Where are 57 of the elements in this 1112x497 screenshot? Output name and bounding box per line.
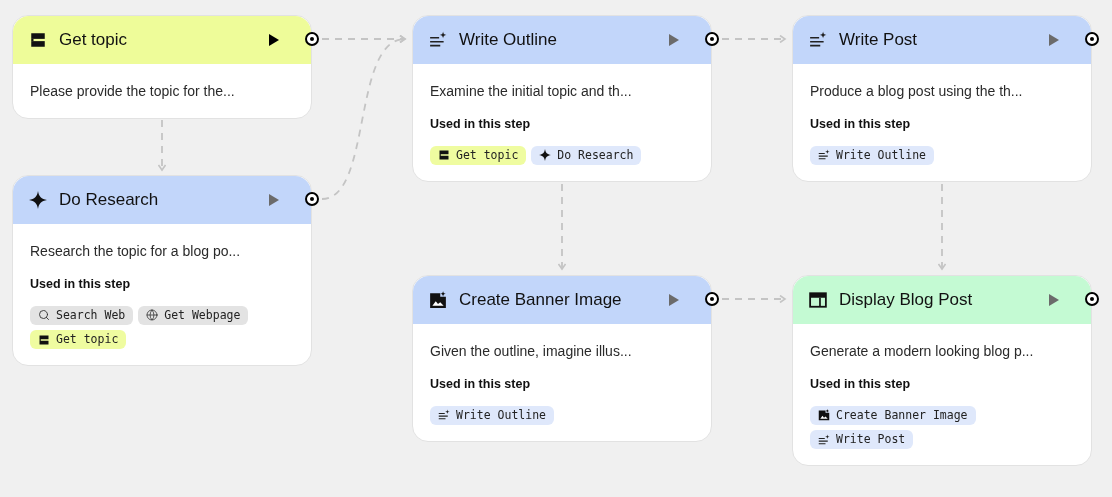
dependency-chip[interactable]: Get topic	[30, 330, 127, 350]
output-port-icon[interactable]	[305, 32, 319, 46]
input-icon	[38, 333, 50, 346]
step-card[interactable]: Do Research Research the topic for a blog po... Used in this step Search Web Get Webpage Get topic	[12, 175, 312, 367]
step-title: Display Blog Post	[839, 289, 974, 312]
step-title: Create Banner Image	[459, 289, 623, 312]
dependency-chip[interactable]: Get topic	[430, 145, 527, 165]
text-sparkle-icon	[809, 31, 827, 49]
dependency-chip[interactable]: Do Research	[531, 145, 642, 165]
text-sparkle-icon	[818, 149, 830, 162]
dependency-chip[interactable]: Search Web	[30, 305, 134, 325]
step-title: Write Outline	[459, 29, 558, 52]
image-sparkle-icon	[429, 291, 447, 309]
web-layout-icon	[809, 291, 827, 309]
output-port-icon[interactable]	[1085, 292, 1099, 306]
used-in-step-label: Used in this step	[430, 376, 532, 393]
sparkle-icon	[29, 191, 47, 209]
step-description: Please provide the topic for the...	[30, 82, 236, 101]
step-description: Research the topic for a blog po...	[30, 242, 242, 261]
search-icon	[38, 309, 50, 322]
text-sparkle-icon	[818, 433, 830, 446]
input-icon	[438, 149, 450, 162]
step-card[interactable]: Get topic Please provide the topic for the...	[12, 15, 312, 119]
step-description: Examine the initial topic and th...	[430, 82, 633, 101]
step-card[interactable]: Create Banner Image Given the outline, imagine illus... Used in this step Write Outline	[412, 275, 712, 442]
dependency-chip[interactable]: Get Webpage	[138, 305, 249, 325]
step-title: Get topic	[59, 29, 129, 52]
connector-arrow	[157, 119, 167, 171]
step-card[interactable]: Write Post Produce a blog post using the th... Used in this step Write Outline	[792, 15, 1092, 182]
play-icon[interactable]	[269, 34, 279, 46]
sparkle-icon	[539, 149, 552, 162]
used-in-step-label: Used in this step	[430, 116, 532, 133]
output-port-icon[interactable]	[305, 192, 319, 206]
output-port-icon[interactable]	[705, 292, 719, 306]
step-title: Write Post	[839, 29, 919, 52]
output-port-icon[interactable]	[705, 32, 719, 46]
image-sparkle-icon	[818, 409, 830, 422]
connector-arrow	[721, 294, 786, 304]
step-card[interactable]: Display Blog Post Generate a modern looking blog p... Used in this step Create Banner Image Write Post	[792, 275, 1092, 467]
input-icon	[29, 31, 47, 49]
dependency-chip[interactable]: Write Post	[810, 430, 914, 450]
used-in-step-label: Used in this step	[810, 116, 912, 133]
step-description: Produce a blog post using the th...	[810, 82, 1024, 101]
used-in-step-label: Used in this step	[810, 376, 912, 393]
step-description: Generate a modern looking blog p...	[810, 342, 1035, 361]
text-sparkle-icon	[438, 409, 450, 422]
dependency-chip[interactable]: Write Outline	[810, 145, 934, 165]
step-description: Given the outline, imagine illus...	[430, 342, 633, 361]
dependency-chip[interactable]: Create Banner Image	[810, 405, 976, 425]
step-title: Do Research	[59, 189, 160, 212]
output-port-icon[interactable]	[1085, 32, 1099, 46]
globe-icon	[146, 309, 159, 322]
used-in-step-label: Used in this step	[30, 276, 132, 293]
connector-arrow	[721, 34, 786, 44]
step-card[interactable]: Write Outline Examine the initial topic and th... Used in this step Get topic Do Research	[412, 15, 712, 182]
dependency-chip[interactable]: Write Outline	[430, 405, 554, 425]
text-sparkle-icon	[429, 31, 447, 49]
